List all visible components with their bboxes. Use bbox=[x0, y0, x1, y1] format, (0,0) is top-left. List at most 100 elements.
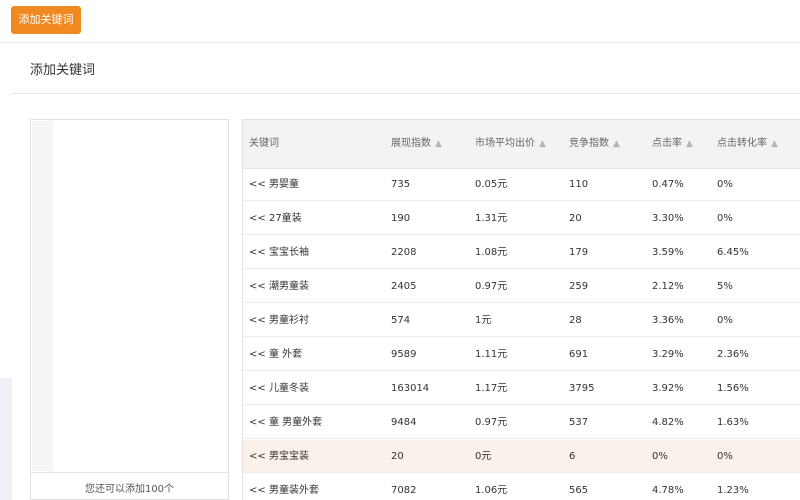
cvr-cell: 0% bbox=[717, 213, 733, 224]
add-keyword-link[interactable]: << bbox=[249, 485, 266, 496]
header-keyword: 关键词 bbox=[249, 138, 279, 149]
add-keyword-link[interactable]: << bbox=[249, 383, 266, 394]
impressions-cell: 7082 bbox=[391, 485, 417, 496]
ctr-cell: 3.30% bbox=[652, 213, 684, 224]
competition-cell: 110 bbox=[569, 179, 589, 190]
ctr-cell: 3.29% bbox=[652, 349, 684, 360]
table-header: 关键词 展现指数 ▲ 市场平均出价 ▲ 竞争指数 ▲ 点击率 ▲ 点击转化率 ▲ bbox=[243, 120, 800, 169]
cvr-cell: 1.56% bbox=[717, 383, 749, 394]
competition-cell: 179 bbox=[569, 247, 589, 258]
selected-keywords-scrollbar[interactable] bbox=[32, 121, 53, 471]
cvr-cell: 2.36% bbox=[717, 349, 749, 360]
panel-title: 添加关键词 bbox=[30, 63, 96, 78]
competition-cell: 28 bbox=[569, 315, 582, 326]
sort-arrow-icon[interactable]: ▲ bbox=[613, 120, 620, 168]
competition-cell: 565 bbox=[569, 485, 589, 496]
table-row[interactable]: << 27童装 190 1.31元 20 3.30% 0% bbox=[243, 202, 800, 235]
add-keyword-link[interactable]: << bbox=[249, 349, 266, 360]
keyword-cell[interactable]: << 童 外套 bbox=[249, 338, 302, 371]
cvr-cell: 0% bbox=[717, 179, 733, 190]
keyword-cell[interactable]: << 男婴童 bbox=[249, 168, 299, 201]
ctr-cell: 3.92% bbox=[652, 383, 684, 394]
cvr-cell: 1.63% bbox=[717, 417, 749, 428]
avg-bid-cell: 1.31元 bbox=[475, 213, 508, 224]
table-row[interactable]: << 童 男童外套 9484 0.97元 537 4.82% 1.63% bbox=[243, 406, 800, 439]
table-row[interactable]: << 宝宝长袖 2208 1.08元 179 3.59% 6.45% bbox=[243, 236, 800, 269]
table-row[interactable]: << 男婴童 735 0.05元 110 0.47% 0% bbox=[243, 168, 800, 201]
sort-arrow-icon[interactable]: ▲ bbox=[435, 120, 442, 168]
header-avg-bid[interactable]: 市场平均出价 ▲ bbox=[475, 120, 546, 168]
add-keyword-link[interactable]: << bbox=[249, 281, 266, 292]
table-row[interactable]: << 潮男童装 2405 0.97元 259 2.12% 5% bbox=[243, 270, 800, 303]
keyword-cell[interactable]: << 27童装 bbox=[249, 202, 302, 235]
header-cvr[interactable]: 点击转化率 ▲ bbox=[717, 120, 778, 168]
competition-cell: 691 bbox=[569, 349, 589, 360]
keyword-cell[interactable]: << 男童衫衬 bbox=[249, 304, 309, 337]
avg-bid-cell: 1.06元 bbox=[475, 485, 508, 496]
keyword-cell[interactable]: << 儿童冬装 bbox=[249, 372, 309, 405]
selected-keywords-panel: 您还可以添加100个 bbox=[30, 119, 229, 500]
impressions-cell: 163014 bbox=[391, 383, 430, 394]
competition-cell: 20 bbox=[569, 213, 582, 224]
keyword-cell[interactable]: << 宝宝长袖 bbox=[249, 236, 309, 269]
add-keyword-top-button[interactable]: 添加关键词 bbox=[11, 6, 81, 34]
avg-bid-cell: 0.97元 bbox=[475, 281, 508, 292]
competition-cell: 537 bbox=[569, 417, 589, 428]
avg-bid-cell: 1元 bbox=[475, 315, 492, 326]
cvr-cell: 1.23% bbox=[717, 485, 749, 496]
header-competition[interactable]: 竞争指数 ▲ bbox=[569, 120, 620, 168]
keyword-table: 关键词 展现指数 ▲ 市场平均出价 ▲ 竞争指数 ▲ 点击率 ▲ 点击转化率 ▲ << 男… bbox=[242, 119, 800, 500]
page-side-strip bbox=[0, 378, 12, 500]
ctr-cell: 4.78% bbox=[652, 485, 684, 496]
cvr-cell: 6.45% bbox=[717, 247, 749, 258]
avg-bid-cell: 0.97元 bbox=[475, 417, 508, 428]
keyword-cell[interactable]: << 男童装外套 bbox=[249, 474, 319, 500]
table-row[interactable]: << 男童装外套 7082 1.06元 565 4.78% 1.23% bbox=[243, 474, 800, 500]
table-row[interactable]: << 男童衫衬 574 1元 28 3.36% 0% bbox=[243, 304, 800, 337]
table-row[interactable]: << 男宝宝装 20 0元 6 0% 0% bbox=[243, 440, 800, 473]
ctr-cell: 3.36% bbox=[652, 315, 684, 326]
sort-arrow-icon[interactable]: ▲ bbox=[686, 120, 693, 168]
impressions-cell: 20 bbox=[391, 451, 404, 462]
remaining-count-text: 您还可以添加100个 bbox=[84, 484, 175, 495]
impressions-cell: 9484 bbox=[391, 417, 417, 428]
competition-cell: 3795 bbox=[569, 383, 595, 394]
competition-cell: 259 bbox=[569, 281, 589, 292]
avg-bid-cell: 1.11元 bbox=[475, 349, 508, 360]
add-keyword-link[interactable]: << bbox=[249, 315, 266, 326]
keyword-cell[interactable]: << 男宝宝装 bbox=[249, 440, 309, 473]
cvr-cell: 0% bbox=[717, 315, 733, 326]
impressions-cell: 574 bbox=[391, 315, 411, 326]
avg-bid-cell: 0元 bbox=[475, 451, 492, 462]
impressions-cell: 190 bbox=[391, 213, 411, 224]
add-keyword-link[interactable]: << bbox=[249, 451, 266, 462]
add-keyword-link[interactable]: << bbox=[249, 213, 266, 224]
keyword-cell[interactable]: << 潮男童装 bbox=[249, 270, 309, 303]
sort-arrow-icon[interactable]: ▲ bbox=[539, 120, 546, 168]
header-ctr[interactable]: 点击率 ▲ bbox=[652, 120, 693, 168]
keyword-cell[interactable]: << 童 男童外套 bbox=[249, 406, 322, 439]
ctr-cell: 3.59% bbox=[652, 247, 684, 258]
sort-arrow-icon[interactable]: ▲ bbox=[771, 120, 778, 168]
cvr-cell: 0% bbox=[717, 451, 733, 462]
impressions-cell: 9589 bbox=[391, 349, 417, 360]
table-row[interactable]: << 童 外套 9589 1.11元 691 3.29% 2.36% bbox=[243, 338, 800, 371]
top-separator bbox=[0, 42, 800, 43]
add-keyword-link[interactable]: << bbox=[249, 247, 266, 258]
panel-divider bbox=[12, 93, 800, 94]
add-keyword-link[interactable]: << bbox=[249, 179, 266, 190]
add-keyword-link[interactable]: << bbox=[249, 417, 266, 428]
impressions-cell: 2405 bbox=[391, 281, 417, 292]
cvr-cell: 5% bbox=[717, 281, 733, 292]
ctr-cell: 2.12% bbox=[652, 281, 684, 292]
impressions-cell: 735 bbox=[391, 179, 411, 190]
ctr-cell: 4.82% bbox=[652, 417, 684, 428]
impressions-cell: 2208 bbox=[391, 247, 417, 258]
competition-cell: 6 bbox=[569, 451, 576, 462]
ctr-cell: 0% bbox=[652, 451, 668, 462]
selected-keywords-footer-divider bbox=[31, 472, 228, 473]
avg-bid-cell: 1.08元 bbox=[475, 247, 508, 258]
table-row[interactable]: << 儿童冬装 163014 1.17元 3795 3.92% 1.56% bbox=[243, 372, 800, 405]
avg-bid-cell: 0.05元 bbox=[475, 179, 508, 190]
header-impressions[interactable]: 展现指数 ▲ bbox=[391, 120, 442, 168]
